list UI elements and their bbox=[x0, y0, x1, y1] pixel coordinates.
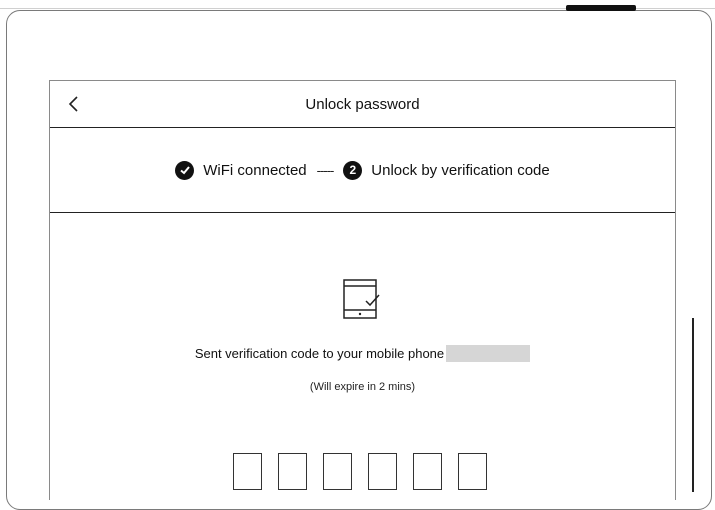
sent-code-text: Sent verification code to your mobile ph… bbox=[194, 346, 445, 361]
code-digit-box[interactable] bbox=[413, 453, 442, 490]
device-indicator bbox=[566, 5, 636, 11]
masked-phone-number bbox=[446, 345, 531, 362]
check-circle-icon bbox=[175, 160, 195, 180]
step-unlock-by-code: 2 Unlock by verification code bbox=[343, 160, 550, 180]
step-connector: ----- bbox=[316, 162, 335, 178]
chevron-left-icon bbox=[68, 96, 78, 112]
step-label: WiFi connected bbox=[203, 161, 307, 179]
code-digit-box[interactable] bbox=[458, 453, 487, 490]
sent-code-message: Sent verification code to your mobile ph… bbox=[50, 345, 675, 362]
step-number-badge: 2 bbox=[343, 160, 363, 180]
progress-steps: WiFi connected ----- 2 Unlock by verific… bbox=[50, 128, 675, 213]
dialog-header: Unlock password bbox=[50, 81, 675, 128]
back-button[interactable] bbox=[60, 90, 88, 118]
code-digit-box[interactable] bbox=[233, 453, 262, 490]
code-digit-box[interactable] bbox=[323, 453, 352, 490]
code-digit-box[interactable] bbox=[368, 453, 397, 490]
phone-check-icon bbox=[343, 279, 380, 319]
verification-code-input[interactable] bbox=[233, 453, 487, 490]
code-digit-box[interactable] bbox=[278, 453, 307, 490]
step-label: Unlock by verification code bbox=[371, 161, 550, 179]
unlock-password-dialog: Unlock password WiFi connected ----- 2 U… bbox=[49, 80, 676, 500]
verification-content: Sent verification code to your mobile ph… bbox=[50, 213, 675, 503]
step-wifi-connected: WiFi connected bbox=[175, 160, 307, 180]
scrollbar[interactable] bbox=[692, 318, 694, 492]
dialog-title: Unlock password bbox=[305, 95, 420, 113]
expire-notice: (Will expire in 2 mins) bbox=[309, 381, 416, 393]
